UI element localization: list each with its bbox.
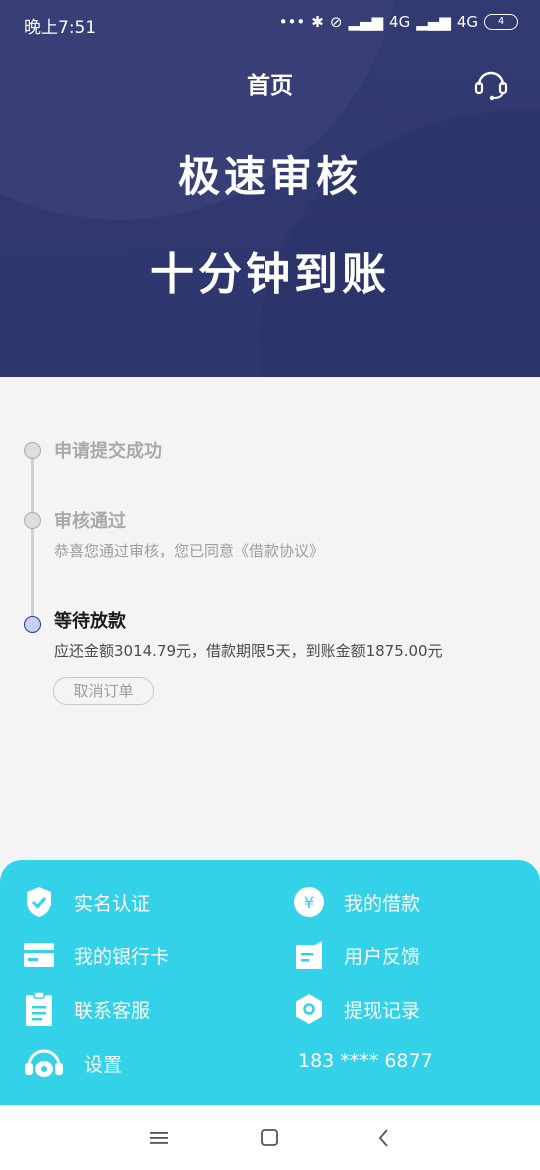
customer-service-button[interactable] [472, 64, 510, 102]
hexagon-nut-icon [292, 992, 326, 1026]
network-label-1: 4G [389, 13, 411, 31]
step-title-approved: 审核通过 [54, 511, 126, 532]
home-square-icon[interactable] [257, 1125, 283, 1151]
step-desc-pending: 应还金额3014.79元，借款期限5天，到账金额1875.00元 [54, 642, 443, 660]
menu-label: 设置 [84, 1053, 123, 1076]
system-nav-bar [0, 1105, 540, 1170]
signal-icon: ▂▄▆ [348, 13, 384, 31]
battery-icon: 4 [484, 14, 518, 30]
feedback-note-icon [292, 938, 326, 972]
banner-line-2: 十分钟到账 [150, 249, 390, 300]
menu-real-name[interactable]: 实名认证 [22, 885, 150, 919]
mute-icon: ⊘ [329, 13, 343, 31]
shield-check-icon [22, 885, 56, 919]
menu-label: 实名认证 [74, 892, 151, 915]
step-title-submitted: 申请提交成功 [54, 441, 162, 462]
network-label-2: 4G [456, 13, 478, 31]
cancel-order-button[interactable]: 取消订单 [53, 677, 154, 705]
step-dot-submitted [24, 442, 41, 459]
status-icons: ••• ✱ ⊘ ▂▄▆ 4G ▂▄▆ 4G 4 [279, 13, 518, 31]
menu-settings[interactable]: 设置 [22, 1046, 122, 1080]
menu-label: 联系客服 [74, 999, 151, 1022]
clipboard-icon [22, 991, 56, 1026]
menu-my-loan[interactable]: ¥ 我的借款 [292, 885, 420, 919]
menu-label: 提现记录 [344, 999, 421, 1022]
user-phone: 183 **** 6877 [298, 1050, 433, 1072]
progress-timeline: 申请提交成功 审核通过 恭喜您通过审核，您已同意《借款协议》 等待放款 应还金额… [0, 377, 540, 860]
step-dot-pending [24, 616, 41, 633]
status-time: 晚上7:51 [24, 18, 97, 38]
step-desc-approved: 恭喜您通过审核，您已同意《借款协议》 [54, 542, 325, 560]
headset-icon [474, 71, 508, 101]
svg-text:¥: ¥ [304, 893, 314, 912]
headset-service-icon [22, 1046, 66, 1080]
timeline-line [31, 447, 34, 625]
menu-panel: 实名认证 ¥ 我的借款 我的银行卡 用户反馈 联系客服 提现记录 设置 183 … [0, 860, 540, 1105]
menu-label: 用户反馈 [344, 945, 421, 968]
signal-icon-2: ▂▄▆ [416, 13, 451, 31]
status-bar: 晚上7:51 ••• ✱ ⊘ ▂▄▆ 4G ▂▄▆ 4G 4 [0, 0, 540, 48]
menu-bank-card[interactable]: 我的银行卡 [22, 938, 169, 972]
step-title-pending: 等待放款 [54, 611, 126, 632]
menu-label: 我的借款 [344, 892, 421, 915]
bluetooth-icon: ✱ [311, 13, 324, 31]
step-dot-approved [24, 512, 41, 529]
banner-line-1: 极速审核 [177, 152, 362, 201]
menu-label: 我的银行卡 [74, 945, 170, 968]
bank-card-icon [22, 938, 56, 972]
back-chevron-icon[interactable] [371, 1125, 397, 1151]
more-dots-icon: ••• [278, 13, 306, 31]
menu-feedback[interactable]: 用户反馈 [292, 938, 420, 972]
menu-withdraw[interactable]: 提现记录 [292, 992, 420, 1026]
yen-coin-icon: ¥ [292, 885, 326, 919]
menu-contact[interactable]: 联系客服 [22, 991, 151, 1026]
menu-lines-icon[interactable] [146, 1125, 172, 1151]
hero-banner: 晚上7:51 ••• ✱ ⊘ ▂▄▆ 4G ▂▄▆ 4G 4 首页 极速审核 十… [0, 0, 540, 377]
page-title: 首页 [247, 73, 293, 99]
